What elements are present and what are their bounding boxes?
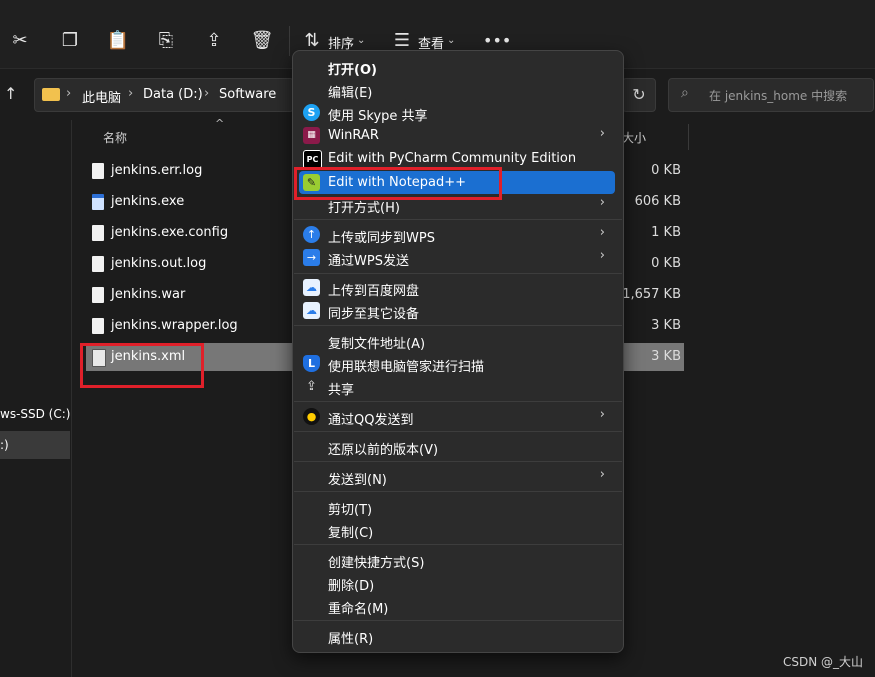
- file-name: jenkins.wrapper.log: [111, 318, 238, 333]
- breadcrumb-separator-icon: ›: [66, 86, 72, 101]
- menu-item-properties[interactable]: 属性(R): [299, 624, 615, 647]
- search-placeholder: 在 jenkins_home 中搜索: [709, 89, 848, 103]
- file-name: Jenkins.war: [111, 287, 186, 302]
- qq-icon: ●: [303, 408, 320, 425]
- menu-item-winrar[interactable]: ▦ WinRAR ›: [299, 124, 615, 147]
- menu-item-edit[interactable]: 编辑(E): [299, 78, 615, 101]
- file-size: 1 KB: [651, 225, 681, 240]
- war-file-icon: [92, 287, 104, 303]
- menu-item-qq-send[interactable]: ● 通过QQ发送到 ›: [299, 405, 615, 428]
- share-icon[interactable]: ⇪: [202, 28, 226, 54]
- up-arrow-icon[interactable]: ↑: [4, 84, 22, 103]
- file-name: jenkins.exe.config: [111, 225, 229, 240]
- column-divider: [688, 124, 689, 150]
- context-menu: 打开(O) 编辑(E) S 使用 Skype 共享 ▦ WinRAR › PC …: [292, 50, 624, 653]
- folder-icon: [42, 88, 60, 101]
- menu-item-wps-send[interactable]: → 通过WPS发送 ›: [299, 246, 615, 269]
- toolbar-divider: [289, 26, 290, 56]
- menu-item-baidu-upload[interactable]: ☁ 上传到百度网盘: [299, 276, 615, 299]
- search-input[interactable]: ⌕ 在 jenkins_home 中搜索: [668, 78, 874, 112]
- file-name: jenkins.out.log: [111, 256, 207, 271]
- rename-icon[interactable]: ⎘: [154, 28, 178, 54]
- baidu-sync-icon: ☁: [303, 302, 320, 319]
- highlight-box-menu-item: [294, 167, 502, 200]
- lenovo-shield-icon: L: [303, 355, 320, 372]
- menu-item-cut[interactable]: 剪切(T): [299, 495, 615, 518]
- chevron-right-icon: ›: [599, 195, 605, 210]
- chevron-right-icon: ›: [599, 126, 605, 141]
- menu-separator: [294, 273, 622, 274]
- menu-separator: [294, 461, 622, 462]
- menu-item-rename[interactable]: 重命名(M): [299, 594, 615, 617]
- file-size: 0 KB: [651, 256, 681, 271]
- column-header-size[interactable]: 大小: [622, 129, 646, 146]
- share-icon: ⇪: [306, 379, 317, 394]
- menu-separator: [294, 620, 622, 621]
- navigation-pane: [0, 120, 72, 677]
- delete-icon[interactable]: 🗑: [250, 28, 274, 54]
- search-icon: ⌕: [681, 85, 689, 101]
- wps-send-icon: →: [303, 249, 320, 266]
- chevron-right-icon: ›: [599, 225, 605, 240]
- log-file-icon: [92, 163, 104, 179]
- log-file-icon: [92, 256, 104, 272]
- skype-icon: S: [303, 104, 320, 121]
- menu-item-open[interactable]: 打开(O): [299, 55, 615, 78]
- nav-item-selected-drive[interactable]: :): [0, 431, 70, 459]
- breadcrumb-this-pc[interactable]: 此电脑: [82, 87, 121, 106]
- menu-item-create-shortcut[interactable]: 创建快捷方式(S): [299, 548, 615, 571]
- menu-item-wps-upload[interactable]: ↑ 上传或同步到WPS ›: [299, 223, 615, 246]
- breadcrumb-separator-icon: ›: [128, 86, 134, 101]
- breadcrumb-separator-icon: ›: [204, 86, 210, 101]
- file-size: 3 KB: [651, 349, 681, 364]
- log-file-icon: [92, 318, 104, 334]
- baidu-netdisk-icon: ☁: [303, 279, 320, 296]
- sort-ascending-icon: ^: [215, 117, 225, 130]
- menu-separator: [294, 491, 622, 492]
- menu-separator: [294, 431, 622, 432]
- menu-item-delete[interactable]: 删除(D): [299, 571, 615, 594]
- breadcrumb-software[interactable]: Software: [219, 87, 276, 102]
- menu-item-skype-share[interactable]: S 使用 Skype 共享: [299, 101, 615, 124]
- column-header-name[interactable]: 名称: [103, 129, 127, 146]
- menu-separator: [294, 325, 622, 326]
- chevron-down-icon: ⌄: [447, 35, 456, 46]
- menu-separator: [294, 219, 622, 220]
- breadcrumb-data-drive[interactable]: Data (D:): [143, 87, 203, 102]
- chevron-down-icon: ⌄: [357, 35, 366, 46]
- paste-icon[interactable]: 📋: [106, 28, 130, 54]
- watermark: CSDN @_大山: [782, 655, 863, 669]
- file-name: jenkins.exe: [111, 194, 185, 209]
- file-size: 3 KB: [651, 318, 681, 333]
- menu-item-restore-versions[interactable]: 还原以前的版本(V): [299, 435, 615, 458]
- highlight-box-file: [80, 343, 204, 388]
- file-size: 0 KB: [651, 163, 681, 178]
- winrar-icon: ▦: [303, 127, 320, 144]
- menu-item-lenovo-scan[interactable]: L 使用联想电脑管家进行扫描: [299, 352, 615, 375]
- config-file-icon: [92, 225, 104, 241]
- wps-cloud-icon: ↑: [303, 226, 320, 243]
- copy-icon[interactable]: ❐: [58, 28, 82, 54]
- menu-item-share[interactable]: ⇪ 共享: [299, 375, 615, 398]
- menu-separator: [294, 401, 622, 402]
- file-name: jenkins.err.log: [111, 163, 203, 178]
- menu-item-copy[interactable]: 复制(C): [299, 518, 615, 541]
- chevron-right-icon: ›: [599, 248, 605, 263]
- nav-item-c-drive[interactable]: ws-SSD (C:): [0, 400, 70, 428]
- menu-separator: [294, 544, 622, 545]
- exe-file-icon: [92, 194, 104, 210]
- file-size: 606 KB: [634, 194, 681, 209]
- chevron-right-icon: ›: [599, 467, 605, 482]
- refresh-icon[interactable]: ↻: [622, 78, 656, 112]
- chevron-right-icon: ›: [599, 407, 605, 422]
- menu-item-send-to[interactable]: 发送到(N) ›: [299, 465, 615, 488]
- menu-item-copy-path[interactable]: 复制文件地址(A): [299, 329, 615, 352]
- cut-icon[interactable]: ✂: [8, 28, 32, 54]
- menu-item-baidu-sync[interactable]: ☁ 同步至其它设备: [299, 299, 615, 322]
